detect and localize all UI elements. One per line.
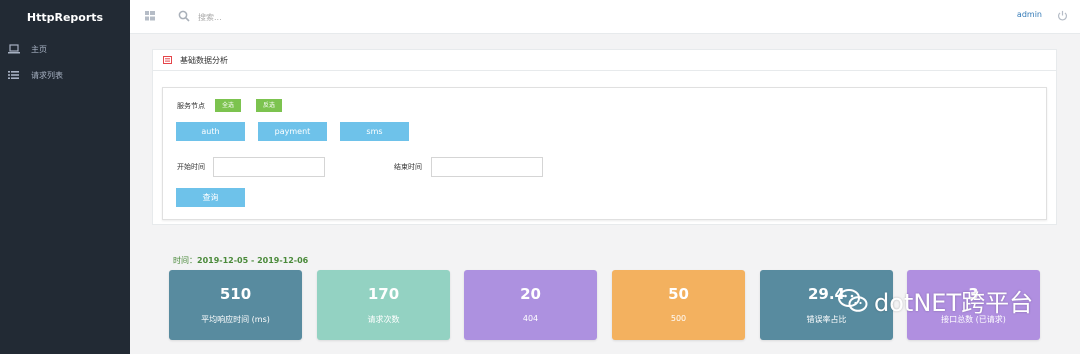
- stat-value: 29.4: [807, 285, 845, 303]
- date-range-value: 2019-12-05 - 2019-12-06: [197, 256, 309, 265]
- filter-form: 服务节点 全选 反选 auth payment sms 开始时间 结束时间 查询: [162, 87, 1047, 220]
- sidebar-item-requests[interactable]: 请求列表: [0, 62, 130, 88]
- service-node-label: 服务节点: [177, 102, 205, 110]
- query-button[interactable]: 查询: [176, 188, 245, 207]
- panel-title: 基础数据分析: [180, 55, 228, 65]
- user-link[interactable]: admin: [1017, 10, 1042, 19]
- service-sms-button[interactable]: sms: [340, 122, 409, 141]
- sidebar-item-label: 请求列表: [31, 70, 63, 80]
- stat-value: 3: [968, 285, 979, 303]
- stat-value: 20: [520, 285, 541, 303]
- menu-toggle-icon[interactable]: [145, 11, 155, 21]
- stat-value: 170: [367, 285, 400, 303]
- stat-caption: 404: [522, 314, 539, 323]
- stat-caption: 请求次数: [367, 315, 400, 324]
- list-icon: [8, 71, 19, 79]
- service-auth-button[interactable]: auth: [176, 122, 245, 141]
- search-input[interactable]: [196, 9, 400, 26]
- app-brand[interactable]: HttpReports: [0, 0, 130, 34]
- stat-card-api-total: 3 接口总数 (已请求): [907, 270, 1040, 340]
- start-time-label: 开始时间: [177, 163, 205, 171]
- start-time-input[interactable]: [213, 157, 325, 177]
- laptop-icon: [8, 44, 20, 54]
- stat-value: 50: [668, 285, 689, 303]
- stat-value: 510: [219, 285, 252, 303]
- date-range-label: 时间：: [173, 256, 197, 265]
- sidebar: HttpReports 主页 请求列表: [0, 0, 130, 354]
- stat-card-500: 50 500: [612, 270, 745, 340]
- stat-card-404: 20 404: [464, 270, 597, 340]
- stat-caption: 500: [670, 314, 687, 323]
- date-range: 时间：2019-12-05 - 2019-12-06: [173, 255, 308, 266]
- search-icon: [178, 10, 190, 22]
- stat-caption: 接口总数 (已请求): [941, 315, 1006, 324]
- panel-header: 基础数据分析: [153, 50, 1056, 71]
- power-icon[interactable]: [1057, 10, 1068, 21]
- sidebar-item-label: 主页: [31, 44, 47, 54]
- analysis-panel: 基础数据分析 服务节点 全选 反选 auth payment sms 开始时间 …: [152, 49, 1057, 225]
- sidebar-item-home[interactable]: 主页: [0, 36, 130, 62]
- select-all-button[interactable]: 全选: [215, 99, 242, 112]
- stat-card-error-rate: 29.4 错误率占比: [760, 270, 893, 340]
- end-time-input[interactable]: [431, 157, 543, 177]
- invert-select-button[interactable]: 反选: [256, 99, 283, 112]
- stat-caption: 平均响应时间 (ms): [201, 315, 270, 324]
- stat-caption: 错误率占比: [806, 315, 847, 324]
- panel-title-icon: [163, 56, 172, 64]
- end-time-label: 结束时间: [394, 163, 422, 171]
- top-navbar: admin: [130, 0, 1080, 34]
- stat-card-avg-response: 510 平均响应时间 (ms): [169, 270, 302, 340]
- stat-card-request-count: 170 请求次数: [317, 270, 450, 340]
- service-payment-button[interactable]: payment: [258, 122, 327, 141]
